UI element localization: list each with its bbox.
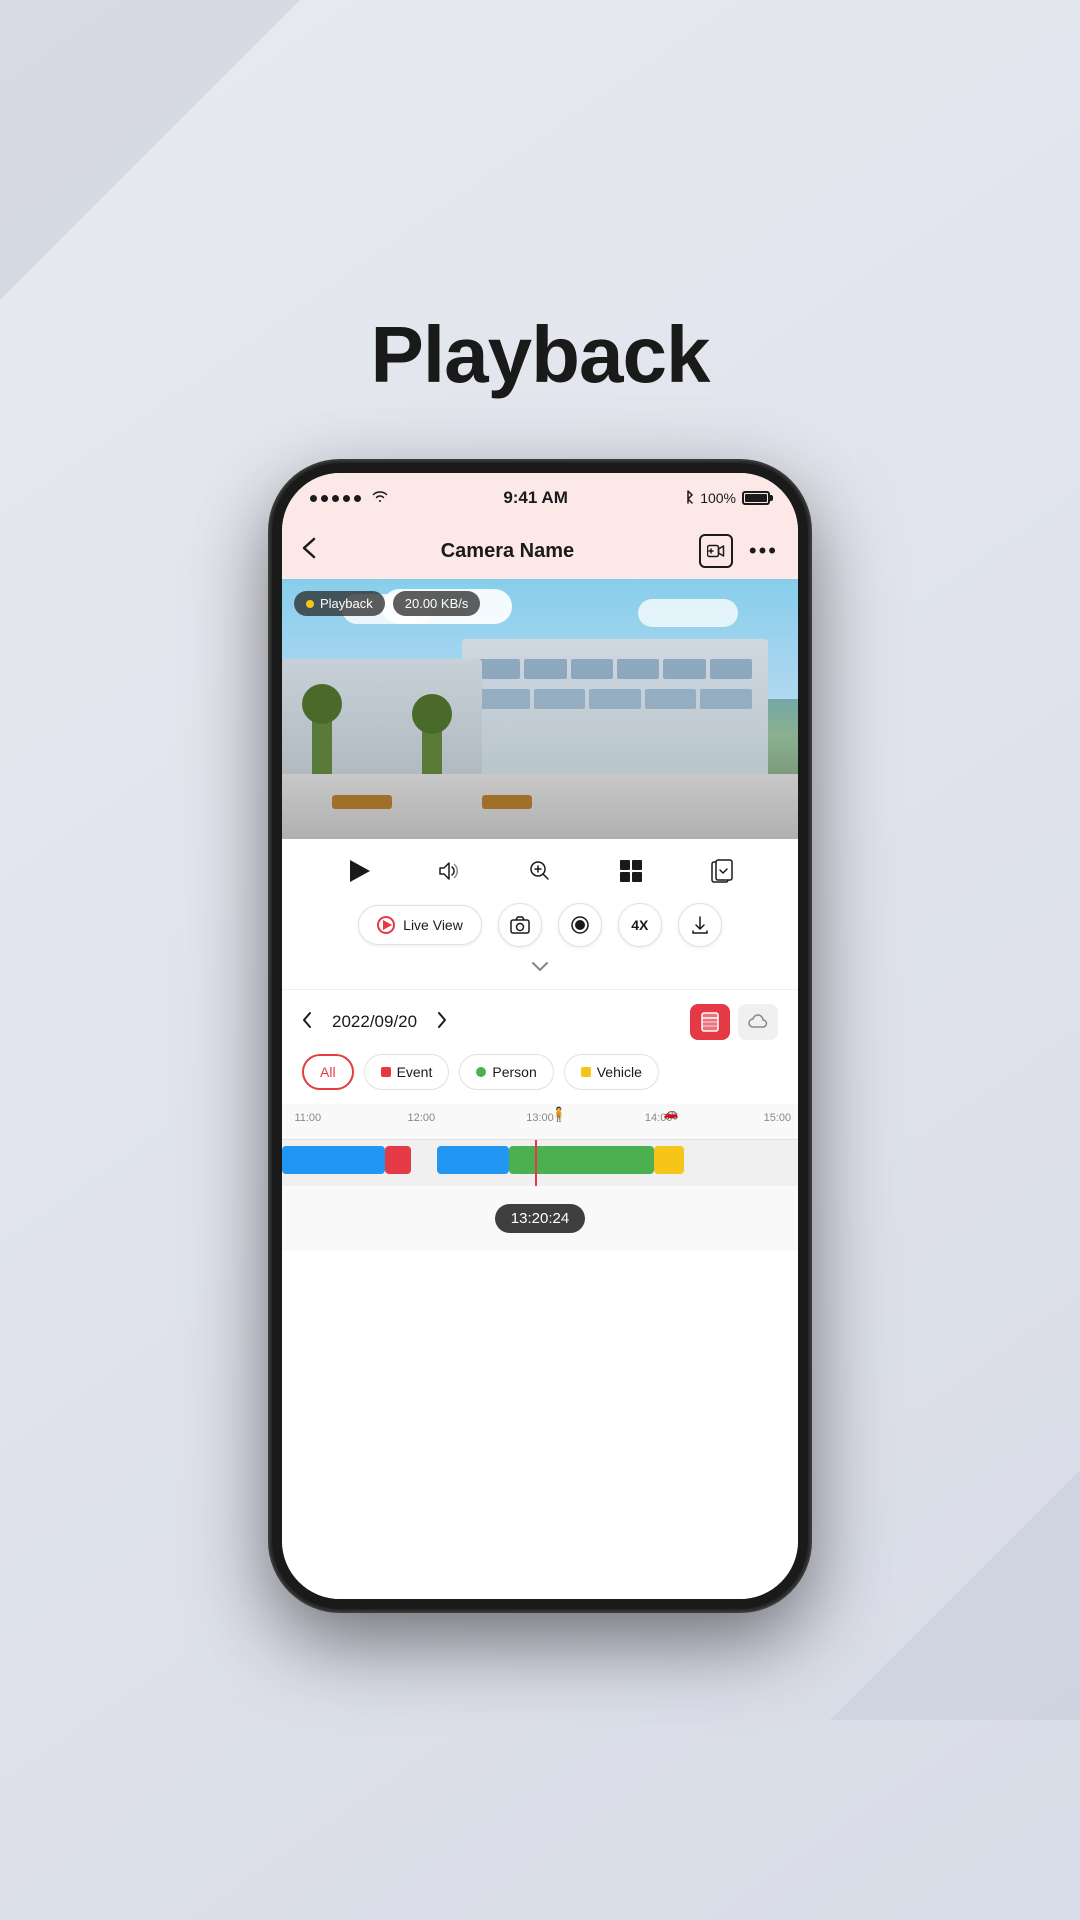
- event-color-indicator: [381, 1067, 391, 1077]
- more-options-button[interactable]: •••: [749, 538, 778, 564]
- speed-badge: 20.00 KB/s: [393, 591, 481, 616]
- filter-row: All Event Person Vehicle: [282, 1054, 798, 1104]
- person-color-indicator: [476, 1067, 486, 1077]
- prev-date-button[interactable]: [302, 1011, 312, 1034]
- back-button[interactable]: [302, 537, 316, 565]
- timeline-segment-green: [509, 1146, 653, 1174]
- record-button[interactable]: [558, 903, 602, 947]
- signal-dot-1: [310, 495, 317, 502]
- filter-person-button[interactable]: Person: [459, 1054, 553, 1090]
- video-background: [282, 579, 798, 839]
- timeline-label-15: 15:00: [764, 1112, 792, 1124]
- filter-vehicle-button[interactable]: Vehicle: [564, 1054, 659, 1090]
- video-overlay-badges: Playback 20.00 KB/s: [294, 591, 480, 616]
- signal-dot-4: [343, 495, 350, 502]
- add-video-button[interactable]: [699, 534, 733, 568]
- timeline-segment-blue-1: [282, 1146, 385, 1174]
- person-event-icon: 🧍: [550, 1106, 567, 1123]
- camera-button[interactable]: [498, 903, 542, 947]
- status-left: [310, 489, 389, 508]
- nav-bar: Camera Name •••: [282, 523, 798, 579]
- playhead-arrow: [530, 1140, 542, 1142]
- time-bubble-row: 13:20:24: [282, 1186, 798, 1251]
- phone-screen: 9:41 AM 100% Camera Name: [282, 473, 798, 1599]
- action-buttons-row: Live View 4X: [282, 903, 798, 957]
- signal-dot-5: [354, 495, 361, 502]
- page-title: Playback: [371, 309, 710, 401]
- filter-all-button[interactable]: All: [302, 1054, 354, 1090]
- play-icon: [350, 860, 370, 882]
- grid-button[interactable]: [613, 853, 649, 889]
- volume-icon: [437, 861, 461, 881]
- playhead: [535, 1140, 537, 1186]
- zoom-icon: [528, 859, 552, 883]
- storage-toggle: [690, 1004, 778, 1040]
- timeline-label-11: 11:00: [294, 1112, 321, 1124]
- nav-title: Camera Name: [441, 540, 574, 563]
- timeline-section: 2022/09/20: [282, 990, 798, 1599]
- playback-badge: Playback: [294, 591, 385, 616]
- controls-section: Live View 4X: [282, 839, 798, 989]
- play-button[interactable]: [340, 853, 376, 889]
- bluetooth-icon: [682, 489, 694, 508]
- timeline-label-12: 12:00: [408, 1112, 436, 1124]
- date-navigation: 2022/09/20: [282, 990, 798, 1054]
- download-button[interactable]: [678, 903, 722, 947]
- screenshot-icon: [711, 859, 733, 883]
- status-indicator: [306, 600, 314, 608]
- live-view-button[interactable]: Live View: [358, 905, 482, 945]
- filter-event-button[interactable]: Event: [364, 1054, 450, 1090]
- status-bar: 9:41 AM 100%: [282, 473, 798, 523]
- date-nav-center: 2022/09/20: [302, 1011, 447, 1034]
- battery-icon: [742, 491, 770, 505]
- nav-actions: •••: [699, 534, 778, 568]
- signal-dot-3: [332, 495, 339, 502]
- playback-controls-row: [282, 853, 798, 889]
- grid-icon: [620, 860, 642, 882]
- timeline-ruler[interactable]: 11:00 12:00 13:00 14:00 15:00: [282, 1104, 798, 1140]
- expand-button[interactable]: [282, 957, 798, 981]
- signal-dot-2: [321, 495, 328, 502]
- timeline-container[interactable]: 11:00 12:00 13:00 14:00 15:00: [282, 1104, 798, 1251]
- vehicle-color-indicator: [581, 1067, 591, 1077]
- live-view-icon: [377, 916, 395, 934]
- zoom-button[interactable]: [522, 853, 558, 889]
- next-date-button[interactable]: [437, 1011, 447, 1034]
- screenshot-button[interactable]: [704, 853, 740, 889]
- cloud-storage-button[interactable]: [738, 1004, 778, 1040]
- timeline-segment-red: [385, 1146, 411, 1174]
- status-time: 9:41 AM: [503, 488, 568, 508]
- phone-frame: 9:41 AM 100% Camera Name: [270, 461, 810, 1611]
- current-date: 2022/09/20: [332, 1012, 417, 1032]
- video-area: Playback 20.00 KB/s: [282, 579, 798, 839]
- timeline-segment-yellow: [654, 1146, 685, 1174]
- status-right: 100%: [682, 489, 770, 508]
- timeline-bars[interactable]: [282, 1140, 798, 1186]
- speed-button[interactable]: 4X: [618, 903, 662, 947]
- wifi-icon: [371, 489, 389, 508]
- battery-percent: 100%: [700, 490, 736, 506]
- volume-button[interactable]: [431, 853, 467, 889]
- timeline-segment-blue-2: [437, 1146, 509, 1174]
- current-time-bubble: 13:20:24: [495, 1204, 585, 1233]
- sd-storage-button[interactable]: [690, 1004, 730, 1040]
- vehicle-event-icon: 🚗: [664, 1106, 679, 1120]
